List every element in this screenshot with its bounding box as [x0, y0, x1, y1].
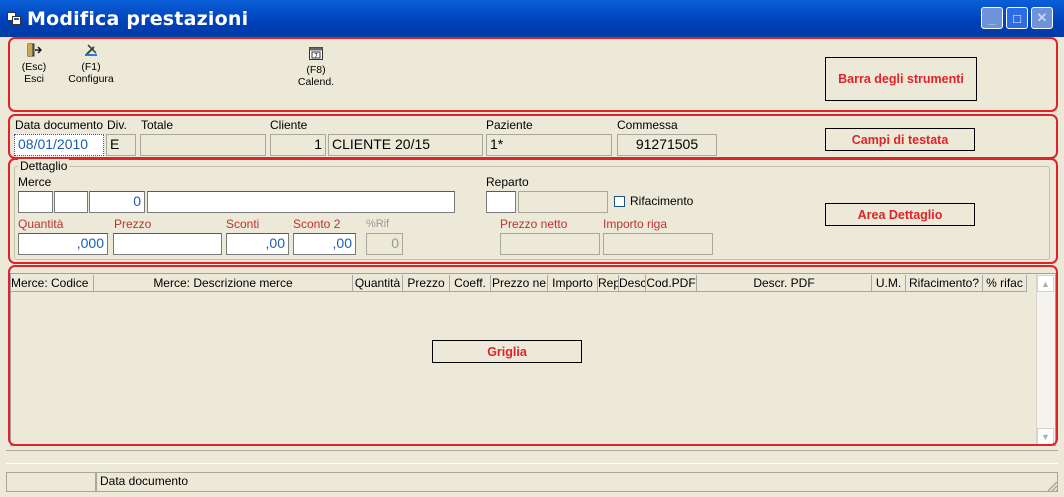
maximize-button[interactable]: □ [1006, 7, 1028, 29]
reparto-desc-field[interactable] [518, 191, 608, 213]
exit-shortcut: (Esc) [21, 61, 47, 73]
cliente-label: Cliente [270, 118, 308, 132]
dettaglio-group-label: Dettaglio [18, 159, 70, 173]
merce-label: Merce [18, 175, 52, 189]
cliente-code-field[interactable]: 1 [270, 134, 326, 156]
importo-riga-label: Importo riga [603, 217, 668, 231]
toolbar-exit-button[interactable]: (Esc) Esci [16, 42, 52, 85]
importo-riga-field[interactable] [603, 233, 713, 255]
commessa-label: Commessa [617, 118, 678, 132]
sconti-label: Sconti [226, 217, 260, 231]
sconti-field[interactable]: ,00 [226, 233, 289, 255]
prezzo-netto-label: Prezzo netto [500, 217, 568, 231]
status-panel-2: Data documento [96, 472, 1058, 492]
toolbar-configure-button[interactable]: (F1) Configura [64, 42, 118, 85]
paziente-label: Paziente [486, 118, 533, 132]
resize-grip-icon[interactable] [1045, 479, 1058, 492]
close-button[interactable]: ✕ [1031, 7, 1053, 29]
merce-field-3[interactable]: 0 [89, 191, 145, 213]
data-documento-field[interactable]: 08/01/2010 [14, 134, 104, 156]
commessa-field[interactable]: 91271505 [617, 134, 717, 156]
merce-description-field[interactable] [147, 191, 455, 213]
app-icon [7, 12, 22, 26]
status-panel-1 [6, 472, 96, 492]
data-documento-label: Data documento [15, 118, 104, 132]
merce-field-2[interactable] [54, 191, 88, 213]
prezzo-netto-field[interactable] [500, 233, 600, 255]
exit-door-icon [27, 43, 42, 57]
detail-annotation: Area Dettaglio [825, 203, 975, 226]
rifacimento-checkbox[interactable] [614, 196, 625, 207]
sconto2-label: Sconto 2 [293, 217, 341, 231]
close-icon: ✕ [1036, 10, 1048, 25]
div-field[interactable]: E [106, 134, 136, 156]
minimize-icon: _ [988, 10, 996, 26]
reparto-label: Reparto [486, 175, 529, 189]
window-title: Modifica prestazioni [27, 8, 249, 30]
calendar-shortcut: (F8) [306, 64, 326, 76]
toolbar-annotation: Barra degli strumenti [825, 57, 977, 101]
reparto-code-field[interactable] [486, 191, 516, 213]
merce-field-1[interactable] [18, 191, 53, 213]
configure-tools-icon [85, 44, 97, 56]
totale-label: Totale [141, 118, 174, 132]
calendar-label: Calend. [297, 76, 335, 88]
rif-label: %Rif [366, 218, 390, 230]
div-label: Div. [107, 118, 127, 132]
rif-field[interactable]: 0 [366, 233, 403, 255]
bottom-panel [6, 450, 1058, 464]
grid-annotation: Griglia [432, 340, 582, 363]
configure-label: Configura [68, 73, 114, 85]
toolbar-calendar-button[interactable]: 7 (F8) Calend. [294, 45, 338, 88]
quantita-label: Quantità [18, 217, 64, 231]
rifacimento-label: Rifacimento [630, 194, 694, 208]
prezzo-field[interactable] [113, 233, 222, 255]
quantita-field[interactable]: ,000 [18, 233, 108, 255]
totale-field[interactable] [140, 134, 266, 156]
maximize-icon: □ [1013, 10, 1021, 26]
header-annotation: Campi di testata [825, 128, 975, 151]
cliente-name-field[interactable]: CLIENTE 20/15 [328, 134, 483, 156]
exit-label: Esci [24, 73, 44, 85]
prezzo-label: Prezzo [114, 217, 152, 231]
sconto2-field[interactable]: ,00 [293, 233, 356, 255]
paziente-field[interactable]: 1* [486, 134, 612, 156]
svg-text:7: 7 [314, 53, 318, 60]
configure-shortcut: (F1) [81, 61, 101, 73]
calendar-icon: 7 [309, 47, 323, 60]
minimize-button[interactable]: _ [981, 7, 1003, 29]
